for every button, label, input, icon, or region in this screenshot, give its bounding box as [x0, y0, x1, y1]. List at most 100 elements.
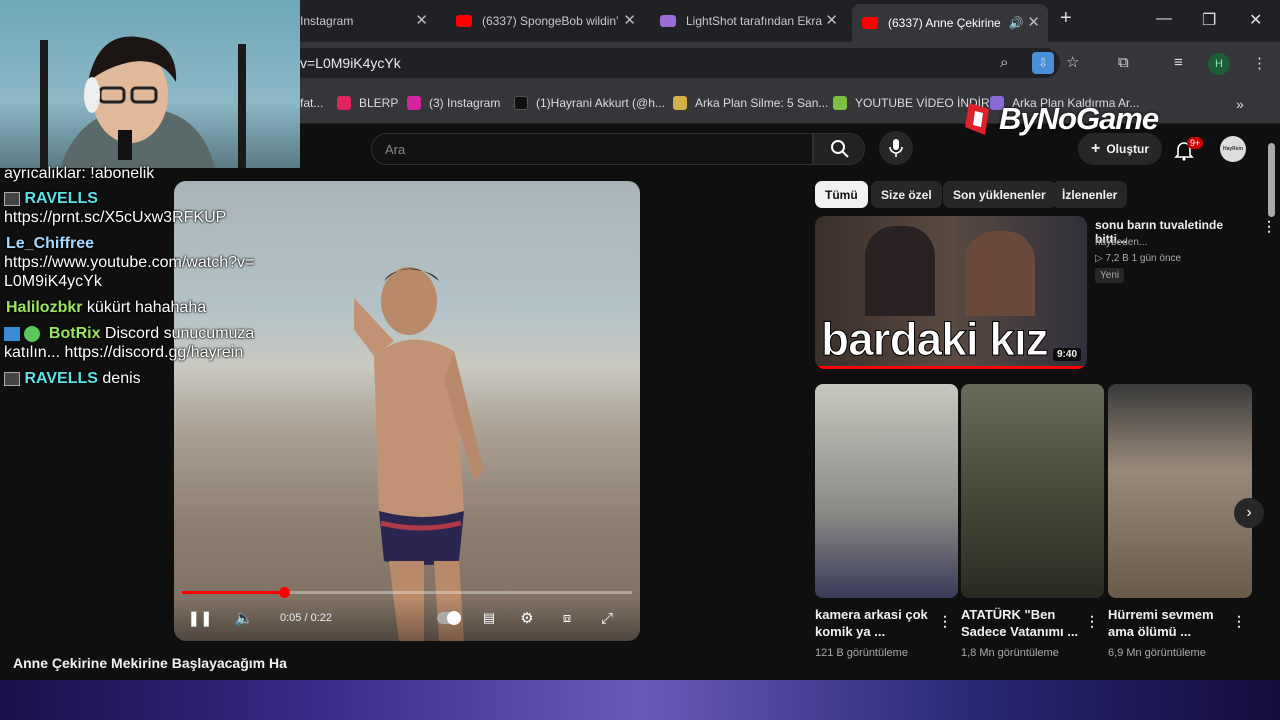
bookmark-item[interactable]: BLERP: [337, 96, 398, 110]
progress-scrubber[interactable]: [279, 587, 290, 598]
search-icon: [831, 140, 849, 158]
tiktok-icon: [514, 96, 528, 110]
omnibox[interactable]: v=L0M9iK4ycYk ⌕ ⇩ ☆: [290, 48, 1079, 78]
recommended-thumbnail[interactable]: bardaki kız 9:40: [815, 216, 1087, 369]
bynogame-logo-text: ByNoGame: [999, 101, 1159, 136]
short-title[interactable]: ATATÜRK "Ben Sadece Vatanımı ...: [961, 606, 1081, 640]
chip-watched[interactable]: İzlenenler: [1052, 181, 1128, 208]
short-views: 6,9 Mn görüntüleme: [1108, 647, 1206, 659]
short-views: 1,8 Mn görüntüleme: [961, 647, 1059, 659]
progress-bar[interactable]: [182, 587, 632, 598]
bookmark-item[interactable]: fat...: [300, 96, 323, 110]
new-tab-icon[interactable]: +: [1060, 7, 1072, 30]
more-options-icon[interactable]: ⋮: [1085, 613, 1099, 630]
person-right-image: [965, 231, 1035, 316]
tab-label: Instagram: [300, 14, 354, 28]
media-control-icon[interactable]: ≡: [1174, 54, 1183, 71]
recommended-channel[interactable]: haybeden...: [1095, 237, 1147, 248]
scrollbar-thumb[interactable]: [1268, 143, 1275, 217]
url-text: v=L0M9iK4ycYk: [300, 55, 401, 71]
tab-close-icon[interactable]: ✕: [623, 11, 636, 29]
tab-instagram[interactable]: Instagram ✕: [290, 7, 436, 35]
bookmark-star-icon[interactable]: ☆: [1066, 53, 1079, 71]
chat-username: RAVELLS: [24, 370, 98, 387]
short-thumbnail[interactable]: [961, 384, 1104, 598]
blerp-icon: [337, 96, 351, 110]
window-close-icon[interactable]: ✕: [1249, 10, 1262, 30]
video-frame-image: [354, 267, 484, 641]
tab-label: (6337) SpongeBob wildin': [482, 14, 619, 28]
create-button[interactable]: + Oluştur: [1078, 133, 1162, 165]
zoom-icon[interactable]: ⌕: [1000, 54, 1008, 71]
account-avatar[interactable]: HayRein: [1220, 136, 1246, 162]
bookmark-item[interactable]: Arka Plan Silme: 5 San...: [673, 96, 828, 110]
chip-all[interactable]: Tümü: [815, 181, 868, 208]
chat-text: denis: [102, 370, 141, 387]
tab-lightshot[interactable]: LightShot tarafından Ekra ✕: [650, 7, 846, 35]
thumbnail-caption: bardaki kız: [821, 313, 1050, 366]
video-title: Anne Çekirine Mekirine Başlayacağım Ha: [13, 655, 287, 671]
verified-badge-icon: [24, 325, 41, 342]
miniplayer-icon[interactable]: ⧈: [556, 606, 578, 630]
extensions-icon[interactable]: ⧉: [1118, 54, 1129, 71]
chat-username: RAVELLS: [24, 190, 98, 207]
streamer-webcam-image: [40, 36, 246, 168]
short-title[interactable]: Hürremi sevmem ama ölümü ...: [1108, 606, 1228, 640]
chat-message: ayrıcalıklar: !abonelik: [4, 164, 154, 183]
chat-text: Discord sunucumuza katılın... https://di…: [4, 325, 255, 361]
speaker-icon[interactable]: 🔊: [1009, 16, 1024, 30]
short-title[interactable]: kamera arkasi çok komik ya ...: [815, 606, 935, 640]
tab-active-video[interactable]: (6337) Anne Çekirine 🔊 ✕: [852, 4, 1048, 42]
short-views: 121 B görüntüleme: [815, 647, 908, 659]
bookmarks-overflow-icon[interactable]: »: [1236, 96, 1244, 112]
voice-search-button[interactable]: [879, 131, 913, 165]
autoplay-toggle-icon[interactable]: [436, 606, 462, 630]
recommended-stats: ▷ 7,2 B 1 gün önce: [1095, 253, 1182, 264]
chat-username: BotRix: [48, 325, 101, 342]
profile-avatar[interactable]: H: [1208, 53, 1230, 75]
bynogame-logo: ByNoGame: [963, 101, 1159, 137]
more-options-icon[interactable]: ⋮: [1262, 218, 1276, 235]
chat-text: https://www.youtube.com/watch?v=L0M9iK4y…: [4, 254, 255, 290]
chat-text: https://prnt.sc/X5cUxw3RFKUP: [4, 209, 227, 226]
search-input[interactable]: Ara: [371, 133, 813, 165]
install-app-icon[interactable]: ⇩: [1032, 52, 1054, 74]
chip-recently-uploaded[interactable]: Son yüklenenler: [943, 181, 1056, 208]
folder-icon: [673, 96, 687, 110]
settings-gear-icon[interactable]: ⚙: [516, 606, 538, 630]
search-placeholder: Ara: [385, 142, 406, 157]
next-arrow-icon[interactable]: ›: [1234, 498, 1264, 528]
restore-icon[interactable]: ❐: [1202, 10, 1216, 30]
bookmark-label: (3) Instagram: [429, 96, 501, 110]
new-badge: Yeni: [1095, 268, 1125, 283]
tab-label: LightShot tarafından Ekra: [686, 14, 823, 28]
tab-spongebob[interactable]: (6337) SpongeBob wildin' ✕: [446, 7, 644, 35]
video-time: 0:05 / 0:22: [280, 612, 332, 624]
download-icon: [833, 96, 847, 110]
microphone-icon: [889, 139, 903, 157]
volume-icon[interactable]: 🔈: [232, 606, 256, 630]
chat-message: Halilozbkr kükürt hahahaha: [4, 298, 206, 317]
chat-message: RAVELLS https://prnt.sc/X5cUxw3RFKUP: [4, 189, 226, 227]
browser-menu-icon[interactable]: ⋮: [1252, 54, 1267, 72]
more-options-icon[interactable]: ⋮: [938, 613, 952, 630]
minimize-icon[interactable]: —: [1156, 10, 1172, 28]
bookmark-item[interactable]: (1)Hayrani Akkurt (@h...: [514, 96, 665, 110]
chip-for-you[interactable]: Size özel: [871, 181, 942, 208]
tab-close-icon[interactable]: ✕: [415, 11, 428, 29]
bookmark-item[interactable]: (3) Instagram: [407, 96, 500, 110]
moderator-badge-icon: [4, 191, 20, 206]
pause-icon[interactable]: ❚❚: [187, 606, 212, 630]
short-thumbnail[interactable]: [815, 384, 958, 598]
instagram-icon: [407, 96, 421, 110]
fullscreen-icon[interactable]: ⤢: [596, 606, 618, 630]
short-thumbnail[interactable]: [1108, 384, 1252, 598]
captions-icon[interactable]: ▤: [478, 606, 500, 630]
chat-message: RAVELLS denis: [4, 369, 141, 388]
search-button[interactable]: [813, 133, 865, 165]
more-options-icon[interactable]: ⋮: [1232, 613, 1246, 630]
chat-text: kükürt hahahaha: [86, 299, 207, 316]
chat-username: Le_Chiffree: [6, 235, 95, 252]
tab-close-icon[interactable]: ✕: [825, 11, 838, 29]
tab-close-icon[interactable]: ✕: [1027, 13, 1040, 31]
